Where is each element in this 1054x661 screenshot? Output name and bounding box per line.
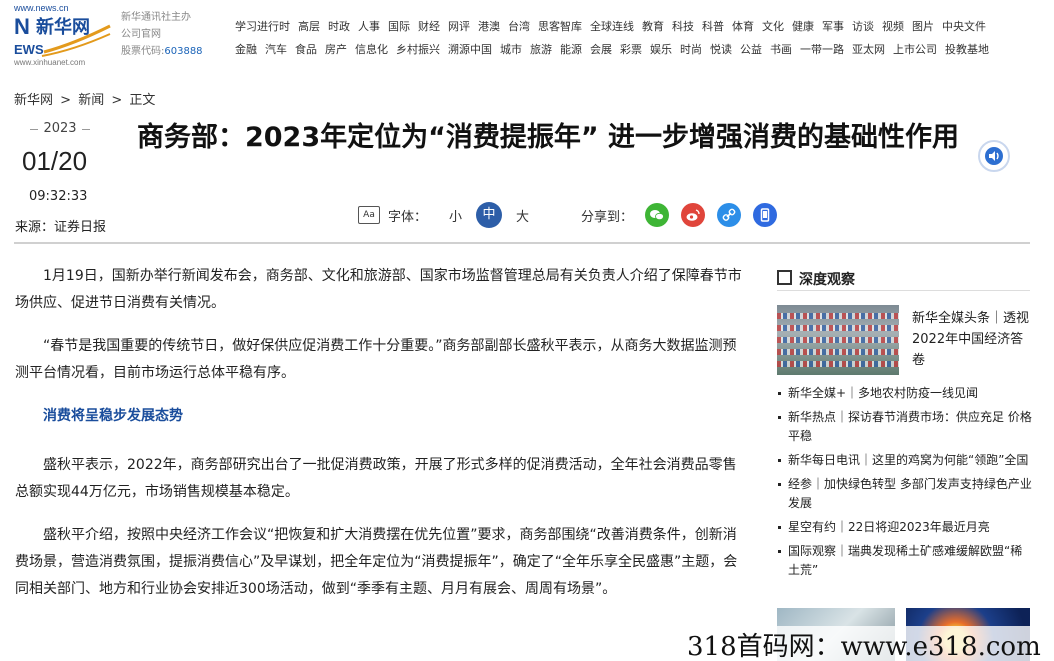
sidebar-news-item[interactable]: 经参｜加快绿色转型 多部门发声支持绿色产业发展 (777, 475, 1032, 513)
watermark-text: 318首码网：www.e318.com (683, 626, 1045, 661)
header-info: 新华通讯社主办 公司官网 股票代码:603888 (121, 9, 221, 60)
svg-text:EWS: EWS (14, 42, 44, 57)
site-logo[interactable]: www.news.cn N EWS 新华网 www.xinhuanet.com (14, 3, 114, 69)
sidebar-divider (777, 290, 1030, 291)
header-divider (14, 242, 1030, 244)
article-body: 1月19日，国新办举行新闻发布会，商务部、文化和旅游部、国家市场监督管理总局有关… (15, 263, 742, 619)
nav-link[interactable]: 时尚 (680, 41, 702, 57)
nav-link[interactable]: 财经 (418, 18, 440, 34)
font-label: 字体： (388, 209, 428, 225)
article-paragraph: 1月19日，国新办举行新闻发布会，商务部、文化和旅游部、国家市场监督管理总局有关… (15, 268, 742, 311)
article-paragraph: 盛秋平表示，2022年，商务部研究出台了一批促消费政策，开展了形式多样的促消费活… (15, 457, 737, 500)
logo-sub-text: www.xinhuanet.com (14, 58, 86, 67)
nav-link[interactable]: 金融 (235, 41, 257, 57)
nav-link[interactable]: 信息化 (355, 41, 388, 57)
info-line: 新华通讯社主办 (121, 12, 191, 23)
sidebar-news-item[interactable]: 国际观察｜瑞典发现稀土矿感难缓解欧盟“稀土荒” (777, 542, 1032, 580)
article-paragraph: “春节是我国重要的传统节日，做好保供应促消费工作十分重要。”商务部副部长盛秋平表… (15, 338, 737, 381)
publish-year: 2023 (30, 121, 90, 136)
nav-link[interactable]: 亚太网 (852, 41, 885, 57)
nav-link[interactable]: 公益 (740, 41, 762, 57)
nav-link[interactable]: 教育 (642, 18, 664, 34)
sidebar-title: 深度观察 (799, 272, 855, 288)
nav-link[interactable]: 能源 (560, 41, 582, 57)
nav-link[interactable]: 科普 (702, 18, 724, 34)
nav-link[interactable]: 中央文件 (942, 18, 986, 34)
article-subheading: 消费将呈稳步发展态势 (43, 408, 183, 424)
nav-link[interactable]: 会展 (590, 41, 612, 57)
article-source: 来源：证券日报 (15, 220, 107, 235)
nav-link[interactable]: 彩票 (620, 41, 642, 57)
font-medium-button[interactable]: 中 (476, 202, 503, 228)
publish-time: 09:32:33 (29, 189, 88, 204)
stock-label: 股票代码: (121, 46, 165, 57)
feature-headline-link[interactable]: 新华全媒头条｜透视2022年中国经济答卷 (912, 308, 1032, 371)
nav-link[interactable]: 网评 (448, 18, 470, 34)
weibo-share-icon[interactable] (681, 203, 706, 227)
mobile-share-icon[interactable] (753, 203, 778, 227)
logo-url-text: www.news.cn (14, 3, 69, 13)
article-paragraph: 盛秋平介绍，按照中央经济工作会议“把恢复和扩大消费摆在优先位置”要求，商务部围绕… (15, 527, 738, 597)
nav-link[interactable]: 投教基地 (945, 41, 989, 57)
nav-link[interactable]: 视频 (882, 18, 904, 34)
nav-link[interactable]: 城市 (500, 41, 522, 57)
nav-link[interactable]: 国际 (388, 18, 410, 34)
nav-link[interactable]: 军事 (822, 18, 844, 34)
nav-row-secondary: 金融 汽车 食品 房产 信息化 乡村振兴 溯源中国 城市 旅游 能源 会展 彩票 娱乐 时尚 悦读 公益 书画一… (235, 41, 997, 57)
nav-link[interactable]: 人事 (358, 18, 380, 34)
nav-link[interactable]: 学习进行时 (235, 18, 290, 34)
nav-link[interactable]: 文化 (762, 18, 784, 34)
nav-row-primary: 学习进行时 高层 时政 人事 国际 财经 网评 港澳 台湾 思客智库 全球连线 教育 科技 科普 体育 文化健… (235, 18, 994, 34)
audio-play-button[interactable] (978, 140, 1010, 172)
nav-link[interactable]: 汽车 (265, 41, 287, 57)
sidebar-news-list: 新华全媒+｜多地农村防疫一线见闻 新华热点｜探访春节消费市场：供应充足 价格平稳… (777, 384, 1032, 585)
nav-link[interactable]: 健康 (792, 18, 814, 34)
nav-link[interactable]: 旅游 (530, 41, 552, 57)
breadcrumb-sep: > (111, 93, 123, 108)
breadcrumb-sep: > (60, 93, 72, 108)
sidebar-news-item[interactable]: 新华热点｜探访春节消费市场：供应充足 价格平稳 (777, 408, 1032, 446)
font-small-button[interactable]: 小 (449, 206, 462, 225)
logo-text: 新华网 (36, 17, 90, 38)
sidebar-news-item[interactable]: 新华每日电讯｜这里的鸡窝为何能“领跑”全国 (777, 451, 1032, 470)
nav-link[interactable]: 图片 (912, 18, 934, 34)
nav-link[interactable]: 房产 (325, 41, 347, 57)
speaker-icon (985, 147, 1003, 165)
nav-link[interactable]: 思客智库 (538, 18, 582, 34)
nav-link[interactable]: 时政 (328, 18, 350, 34)
nav-link[interactable]: 食品 (295, 41, 317, 57)
share-label: 分享到： (581, 209, 634, 225)
font-size-icon: Aa (358, 206, 380, 224)
publish-date: 01/20 (22, 146, 88, 176)
nav-link[interactable]: 体育 (732, 18, 754, 34)
nav-link[interactable]: 悦读 (710, 41, 732, 57)
breadcrumb-news[interactable]: 新闻 (78, 93, 104, 108)
nav-link[interactable]: 书画 (770, 41, 792, 57)
nav-link[interactable]: 乡村振兴 (396, 41, 440, 57)
link-share-icon[interactable] (717, 203, 742, 227)
stock-code[interactable]: 603888 (164, 46, 202, 57)
nav-link[interactable]: 娱乐 (650, 41, 672, 57)
feature-image[interactable] (777, 305, 899, 375)
nav-link[interactable]: 台湾 (508, 18, 530, 34)
sidebar-news-item[interactable]: 新华全媒+｜多地农村防疫一线见闻 (777, 384, 1032, 403)
nav-link[interactable]: 全球连线 (590, 18, 634, 34)
breadcrumb-current: 正文 (129, 93, 156, 108)
breadcrumb-home[interactable]: 新华网 (14, 93, 53, 108)
info-line: 公司官网 (121, 29, 161, 40)
nav-link[interactable]: 溯源中国 (448, 41, 492, 57)
breadcrumb: 新华网 > 新闻 > 正文 (14, 89, 158, 108)
article-title: 商务部：2023年定位为“消费提振年” 进一步增强消费的基础性作用 (136, 122, 960, 153)
nav-link[interactable]: 访谈 (852, 18, 874, 34)
sidebar-news-item[interactable]: 星空有约｜22日将迎2023年最近月亮 (777, 518, 1032, 537)
nav-link[interactable]: 上市公司 (893, 41, 937, 57)
nav-link[interactable]: 高层 (298, 18, 320, 34)
nav-link[interactable]: 港澳 (478, 18, 500, 34)
nav-link[interactable]: 一带一路 (800, 41, 844, 57)
font-large-button[interactable]: 大 (516, 206, 529, 225)
nav-link[interactable]: 科技 (672, 18, 694, 34)
article-toolbar: Aa 字体： 小 中 大 分享到： (358, 201, 778, 229)
svg-text:N: N (14, 14, 30, 39)
wechat-share-icon[interactable] (645, 203, 670, 227)
